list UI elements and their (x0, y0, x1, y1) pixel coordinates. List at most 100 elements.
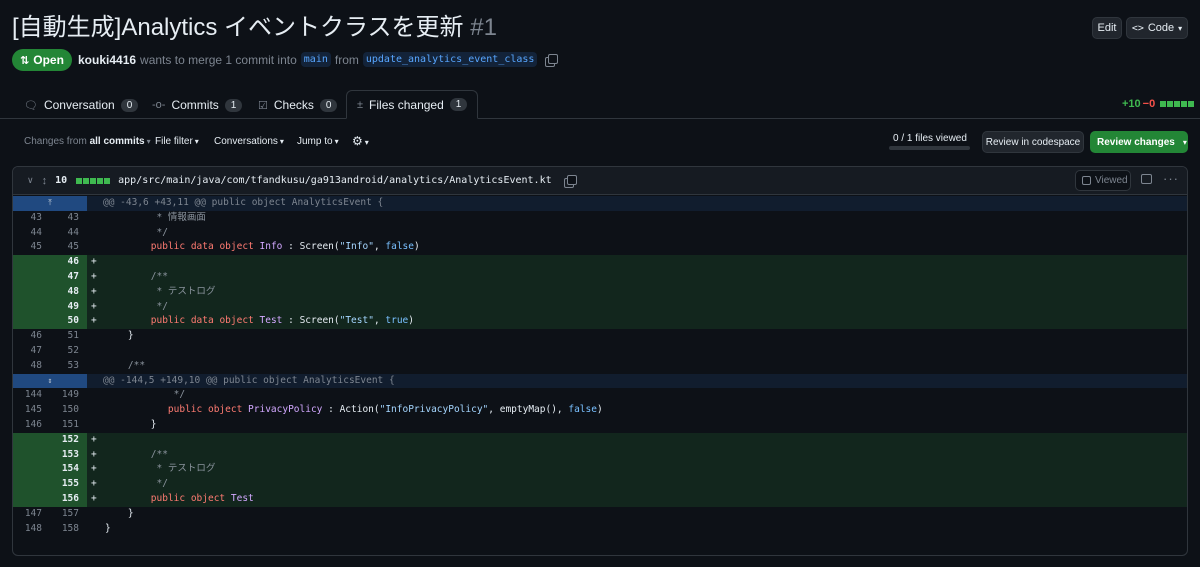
diff-marker (87, 522, 105, 537)
new-line-number[interactable]: 152 (50, 432, 87, 448)
chevron-down-icon: ▾ (334, 137, 339, 146)
new-line-number[interactable]: 44 (50, 226, 87, 241)
old-line-number[interactable]: 48 (13, 359, 50, 374)
new-line-number[interactable]: 155 (50, 477, 87, 492)
copy-icon[interactable] (545, 53, 559, 67)
conversations-label: Conversations (214, 136, 278, 147)
gear-icon: ⚙ (352, 134, 363, 148)
new-line-number[interactable]: 158 (50, 522, 87, 537)
old-line-number[interactable] (13, 284, 50, 300)
changes-from-dropdown[interactable]: Changes from all commits ▾ (24, 136, 151, 147)
old-line-number[interactable] (13, 477, 50, 492)
diff-line-context: 46 51 } (13, 329, 1187, 344)
code-button[interactable]: <> Code ▾ (1126, 17, 1188, 39)
old-line-number[interactable] (13, 299, 50, 315)
old-line-number[interactable]: 145 (13, 403, 50, 418)
old-line-number[interactable] (13, 432, 50, 448)
diffstat-bar (1159, 101, 1195, 107)
files-viewed-progress (889, 146, 970, 150)
code-text: * テストログ (105, 463, 216, 475)
new-line-number[interactable]: 151 (50, 418, 87, 433)
tab-conversation[interactable]: 🗨 Conversation 0 (14, 91, 148, 119)
comment-icon[interactable] (1141, 174, 1152, 184)
chevron-down-icon: ▾ (146, 137, 151, 146)
tab-files-changed[interactable]: ± Files changed 1 (346, 90, 479, 119)
diff-marker (87, 329, 105, 344)
new-line-number[interactable]: 153 (50, 447, 87, 463)
diff-marker (87, 240, 105, 255)
code-text: */ (105, 478, 168, 490)
file-path[interactable]: app/src/main/java/com/tfandkusu/ga913and… (118, 175, 551, 186)
kebab-horizontal-icon[interactable]: ··· (1163, 171, 1179, 186)
review-in-codespace-button[interactable]: Review in codespace (982, 131, 1084, 153)
old-line-number[interactable]: 44 (13, 226, 50, 241)
new-line-number[interactable]: 46 (50, 255, 87, 270)
new-line-number[interactable]: 43 (50, 211, 87, 226)
copy-icon[interactable] (563, 174, 577, 188)
file-filter-dropdown[interactable]: File filter ▾ (155, 136, 199, 147)
old-line-number[interactable]: 144 (13, 388, 50, 403)
new-line-number[interactable]: 157 (50, 507, 87, 522)
chevron-down-icon: ▾ (194, 137, 199, 146)
new-line-number[interactable]: 48 (50, 284, 87, 300)
new-line-number[interactable]: 53 (50, 359, 87, 374)
review-changes-label: Review changes (1097, 136, 1175, 148)
new-line-number[interactable]: 156 (50, 491, 87, 507)
diff-settings-dropdown[interactable]: ⚙ ▾ (352, 134, 369, 148)
tab-count: 0 (120, 98, 139, 112)
old-line-number[interactable] (13, 314, 50, 330)
diff-line-added: 47 + /** (13, 269, 1187, 285)
pr-title-text: [自動生成]Analytics イベントクラスを更新 (12, 14, 464, 41)
diff-line-context: 44 44 */ (13, 226, 1187, 241)
new-line-number[interactable]: 52 (50, 344, 87, 359)
old-line-number[interactable]: 45 (13, 240, 50, 255)
unfold-icon[interactable]: ↕ (42, 175, 48, 187)
old-line-number[interactable]: 46 (13, 329, 50, 344)
old-line-number[interactable] (13, 462, 50, 478)
new-line-number[interactable]: 49 (50, 299, 87, 315)
old-line-number[interactable]: 146 (13, 418, 50, 433)
head-branch[interactable]: update_analytics_event_class (362, 52, 538, 67)
hunk-header: ⇕ @@ -144,5 +149,10 @@ public object Anal… (13, 373, 1187, 389)
old-line-number[interactable] (13, 447, 50, 463)
viewed-checkbox[interactable]: Viewed (1075, 170, 1131, 191)
old-line-number[interactable]: 147 (13, 507, 50, 522)
pr-state-label: Open (33, 53, 64, 67)
code-text: public data object Test : Screen("Test",… (150, 315, 415, 327)
code-text: /** (105, 448, 168, 460)
new-line-number[interactable]: 47 (50, 269, 87, 285)
diff-marker (87, 388, 105, 403)
diff-marker (87, 507, 105, 522)
code-icon: <> (1131, 22, 1144, 34)
new-line-number[interactable]: 51 (50, 329, 87, 344)
chevron-down-icon[interactable]: ∨ (27, 175, 34, 186)
old-line-number[interactable] (13, 255, 50, 270)
new-line-number[interactable]: 149 (50, 388, 87, 403)
code-text: public data object Info : Screen("Info",… (150, 241, 420, 253)
edit-button[interactable]: Edit (1092, 17, 1122, 39)
tab-commits[interactable]: -o- Commits 1 (142, 91, 252, 119)
old-line-number[interactable]: 148 (13, 522, 50, 537)
diff-marker (87, 403, 105, 418)
base-branch[interactable]: main (300, 52, 331, 67)
diff-marker (87, 211, 105, 226)
old-line-number[interactable] (13, 269, 50, 285)
expand-both-icon[interactable]: ⇕ (13, 373, 87, 389)
review-changes-button[interactable]: Review changes ▾ (1090, 131, 1188, 153)
old-line-number[interactable]: 47 (13, 344, 50, 359)
new-line-number[interactable]: 45 (50, 240, 87, 255)
new-line-number[interactable]: 150 (50, 403, 87, 418)
new-line-number[interactable]: 50 (50, 314, 87, 330)
diff-marker: + (91, 448, 97, 460)
pr-author[interactable]: kouki4416 (78, 53, 136, 67)
old-line-number[interactable]: 43 (13, 211, 50, 226)
expand-up-icon[interactable]: ⤒ (13, 196, 87, 211)
code-text: */ (105, 226, 168, 238)
jump-to-dropdown[interactable]: Jump to ▾ (297, 136, 339, 147)
checklist-icon: ☑ (258, 99, 268, 112)
conversations-dropdown[interactable]: Conversations ▾ (214, 136, 284, 147)
tab-checks[interactable]: ☑ Checks 0 (248, 91, 347, 119)
new-line-number[interactable]: 154 (50, 462, 87, 478)
old-line-number[interactable] (13, 491, 50, 507)
